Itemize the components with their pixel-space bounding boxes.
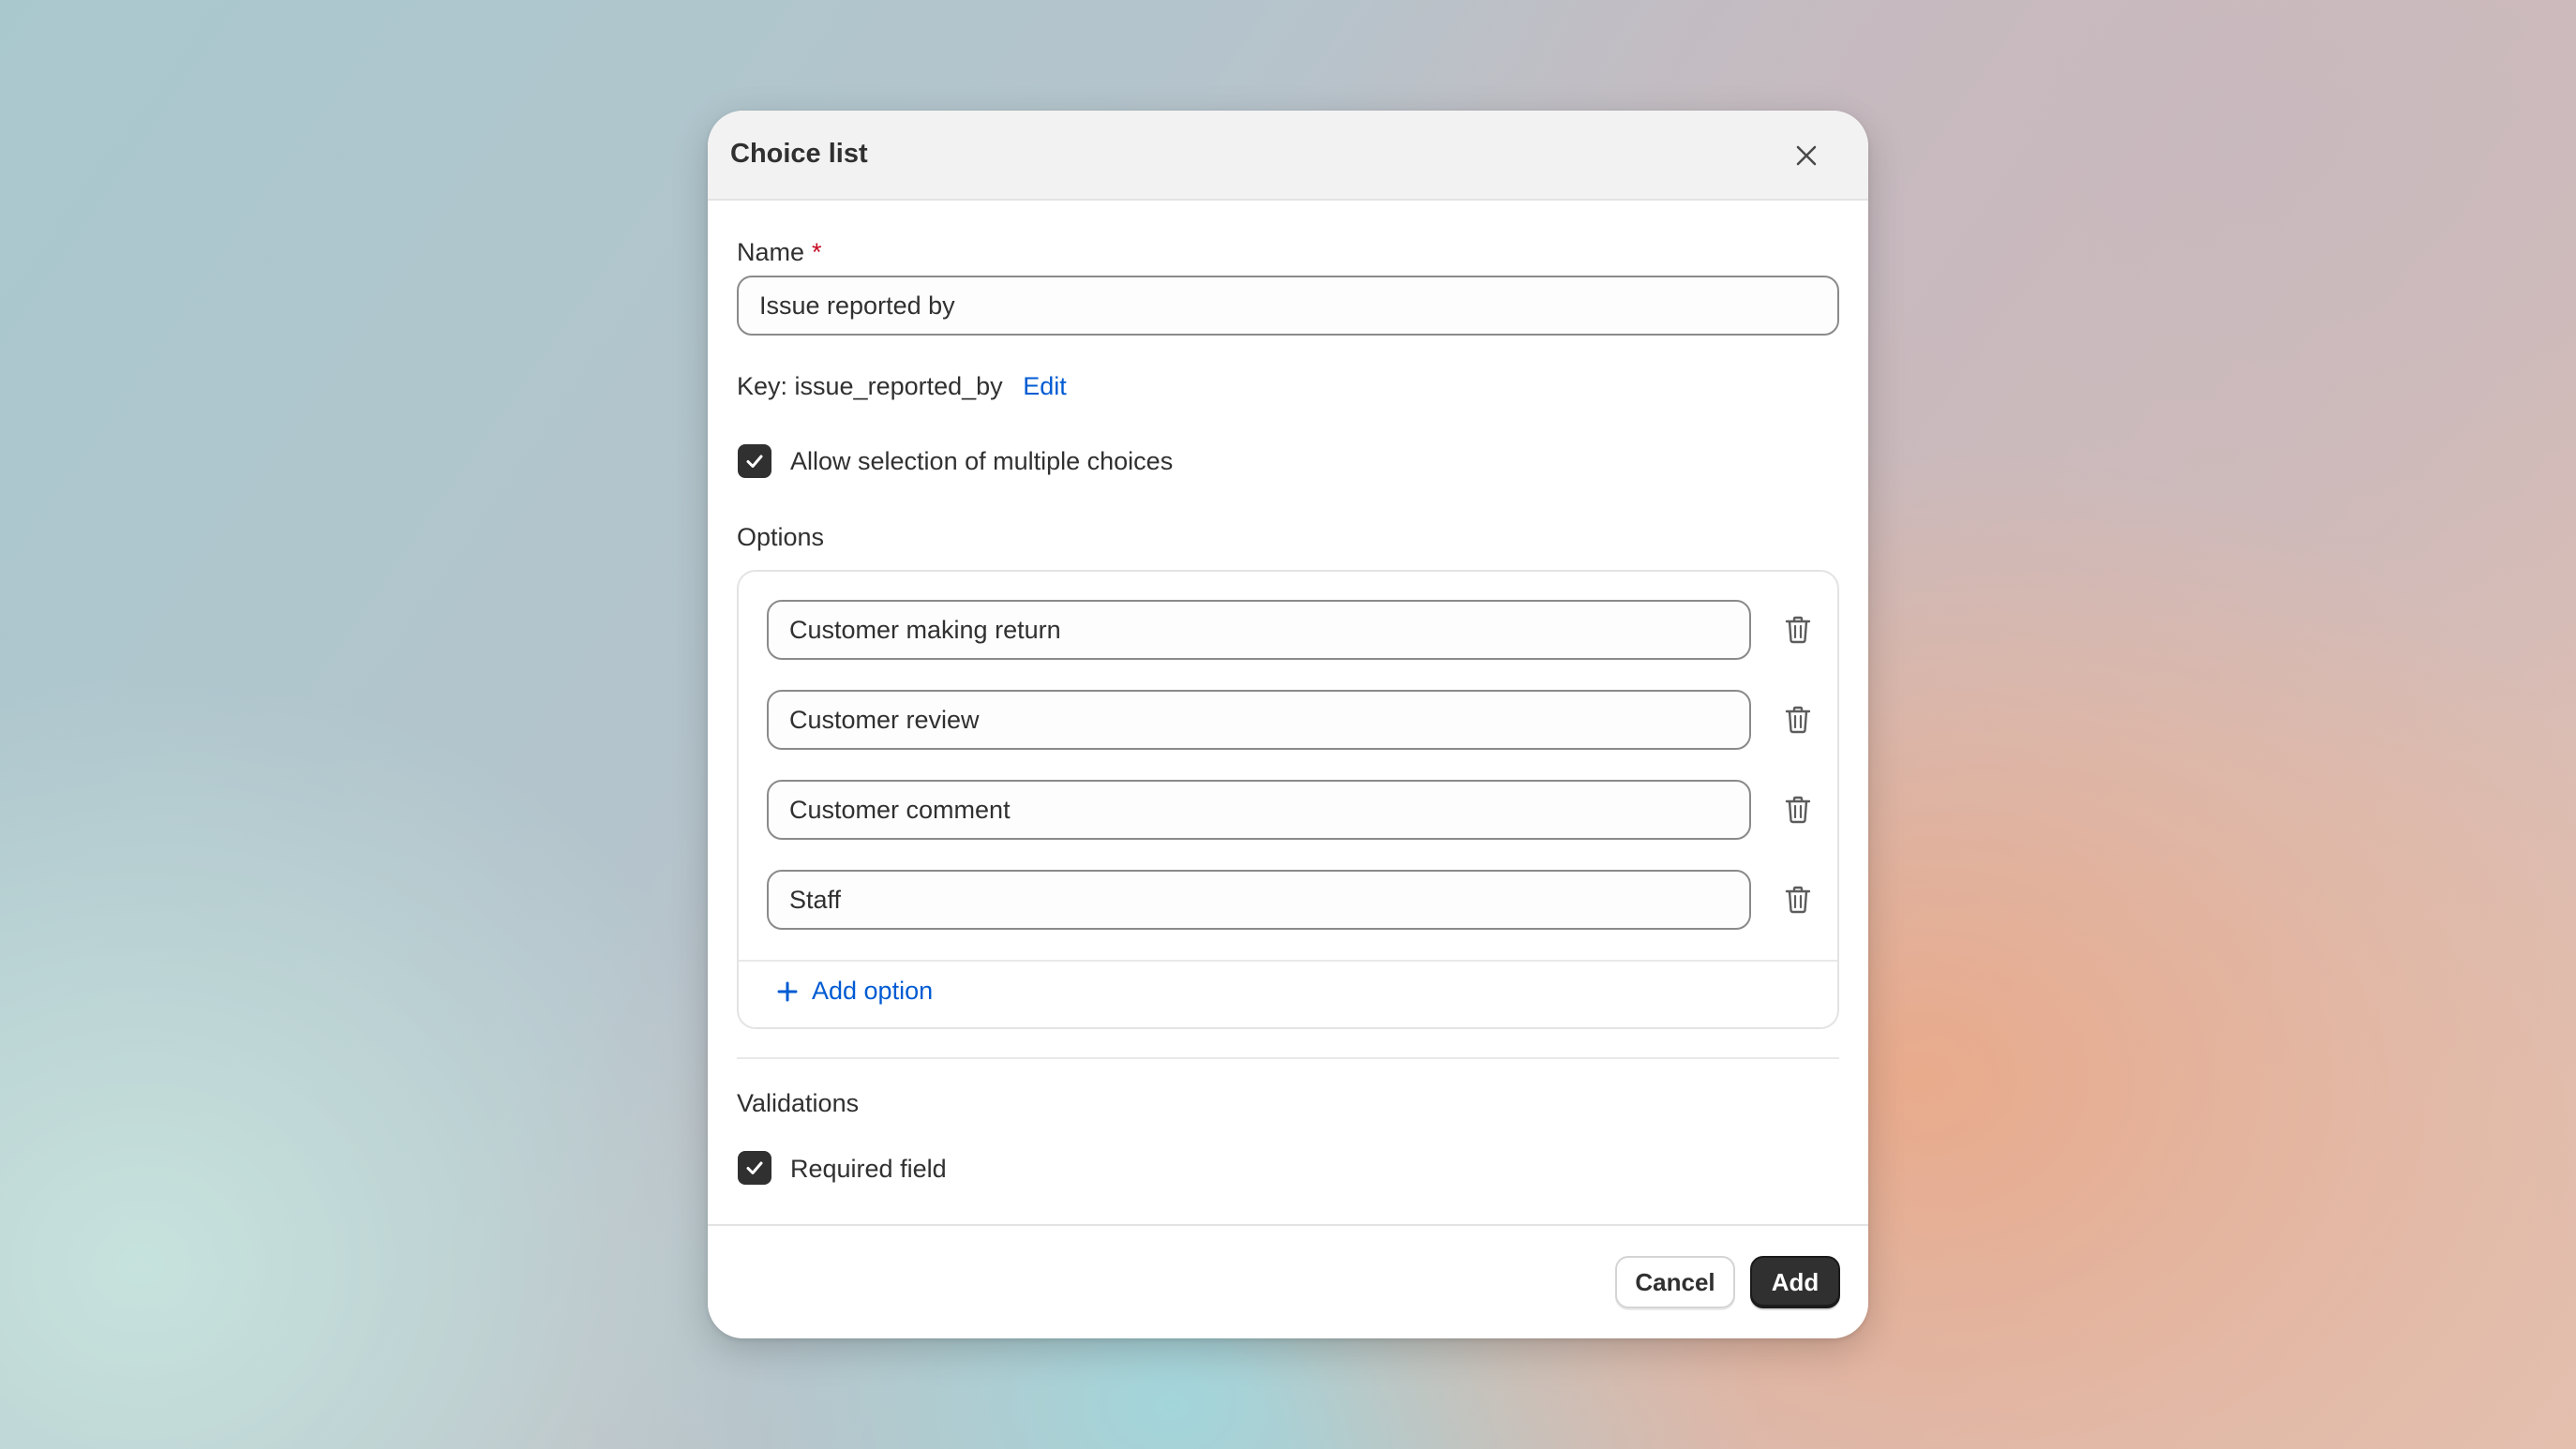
trash-icon bbox=[1785, 796, 1811, 824]
close-button[interactable] bbox=[1786, 135, 1827, 176]
add-option-button[interactable]: Add option bbox=[776, 977, 933, 1006]
dialog-title: Choice list bbox=[730, 139, 868, 169]
option-input[interactable] bbox=[767, 690, 1751, 750]
dialog-header: Choice list bbox=[708, 111, 1868, 201]
edit-key-link[interactable]: Edit bbox=[1023, 372, 1067, 400]
dialog-footer: Cancel Add bbox=[708, 1224, 1868, 1338]
add-button[interactable]: Add bbox=[1750, 1256, 1840, 1308]
options-divider bbox=[739, 960, 1837, 962]
plus-icon bbox=[777, 981, 798, 1001]
cancel-button[interactable]: Cancel bbox=[1615, 1256, 1735, 1308]
delete-option-button[interactable] bbox=[1777, 699, 1819, 740]
required-marker: * bbox=[812, 238, 822, 266]
key-text: Key: issue_reported_by bbox=[737, 372, 1003, 400]
name-input[interactable] bbox=[737, 276, 1839, 336]
option-input[interactable] bbox=[767, 870, 1751, 930]
section-divider bbox=[737, 1057, 1839, 1059]
delete-option-button[interactable] bbox=[1777, 879, 1819, 920]
validations-heading: Validations bbox=[737, 1089, 860, 1117]
close-icon bbox=[1796, 145, 1817, 166]
checkmark-icon bbox=[746, 455, 763, 468]
multiple-choices-checkbox[interactable] bbox=[738, 444, 771, 478]
name-label: Name * bbox=[737, 238, 822, 267]
delete-option-button[interactable] bbox=[1777, 609, 1819, 650]
required-field-checkbox[interactable] bbox=[738, 1151, 771, 1185]
trash-icon bbox=[1785, 886, 1811, 914]
trash-icon bbox=[1785, 706, 1811, 734]
multiple-choices-label: Allow selection of multiple choices bbox=[790, 447, 1174, 475]
options-card: Add option bbox=[737, 570, 1839, 1029]
option-input[interactable] bbox=[767, 780, 1751, 840]
name-label-text: Name bbox=[737, 238, 805, 266]
checkmark-icon bbox=[746, 1161, 763, 1174]
delete-option-button[interactable] bbox=[1777, 789, 1819, 830]
options-heading: Options bbox=[737, 523, 825, 551]
option-input[interactable] bbox=[767, 600, 1751, 660]
choice-list-dialog: Choice list Name* Key: issue_reported_by… bbox=[708, 111, 1868, 1338]
key-row: Key: issue_reported_by Edit bbox=[737, 372, 1067, 401]
trash-icon bbox=[1785, 616, 1811, 644]
required-field-label: Required field bbox=[790, 1155, 947, 1183]
add-option-label: Add option bbox=[812, 977, 934, 1005]
